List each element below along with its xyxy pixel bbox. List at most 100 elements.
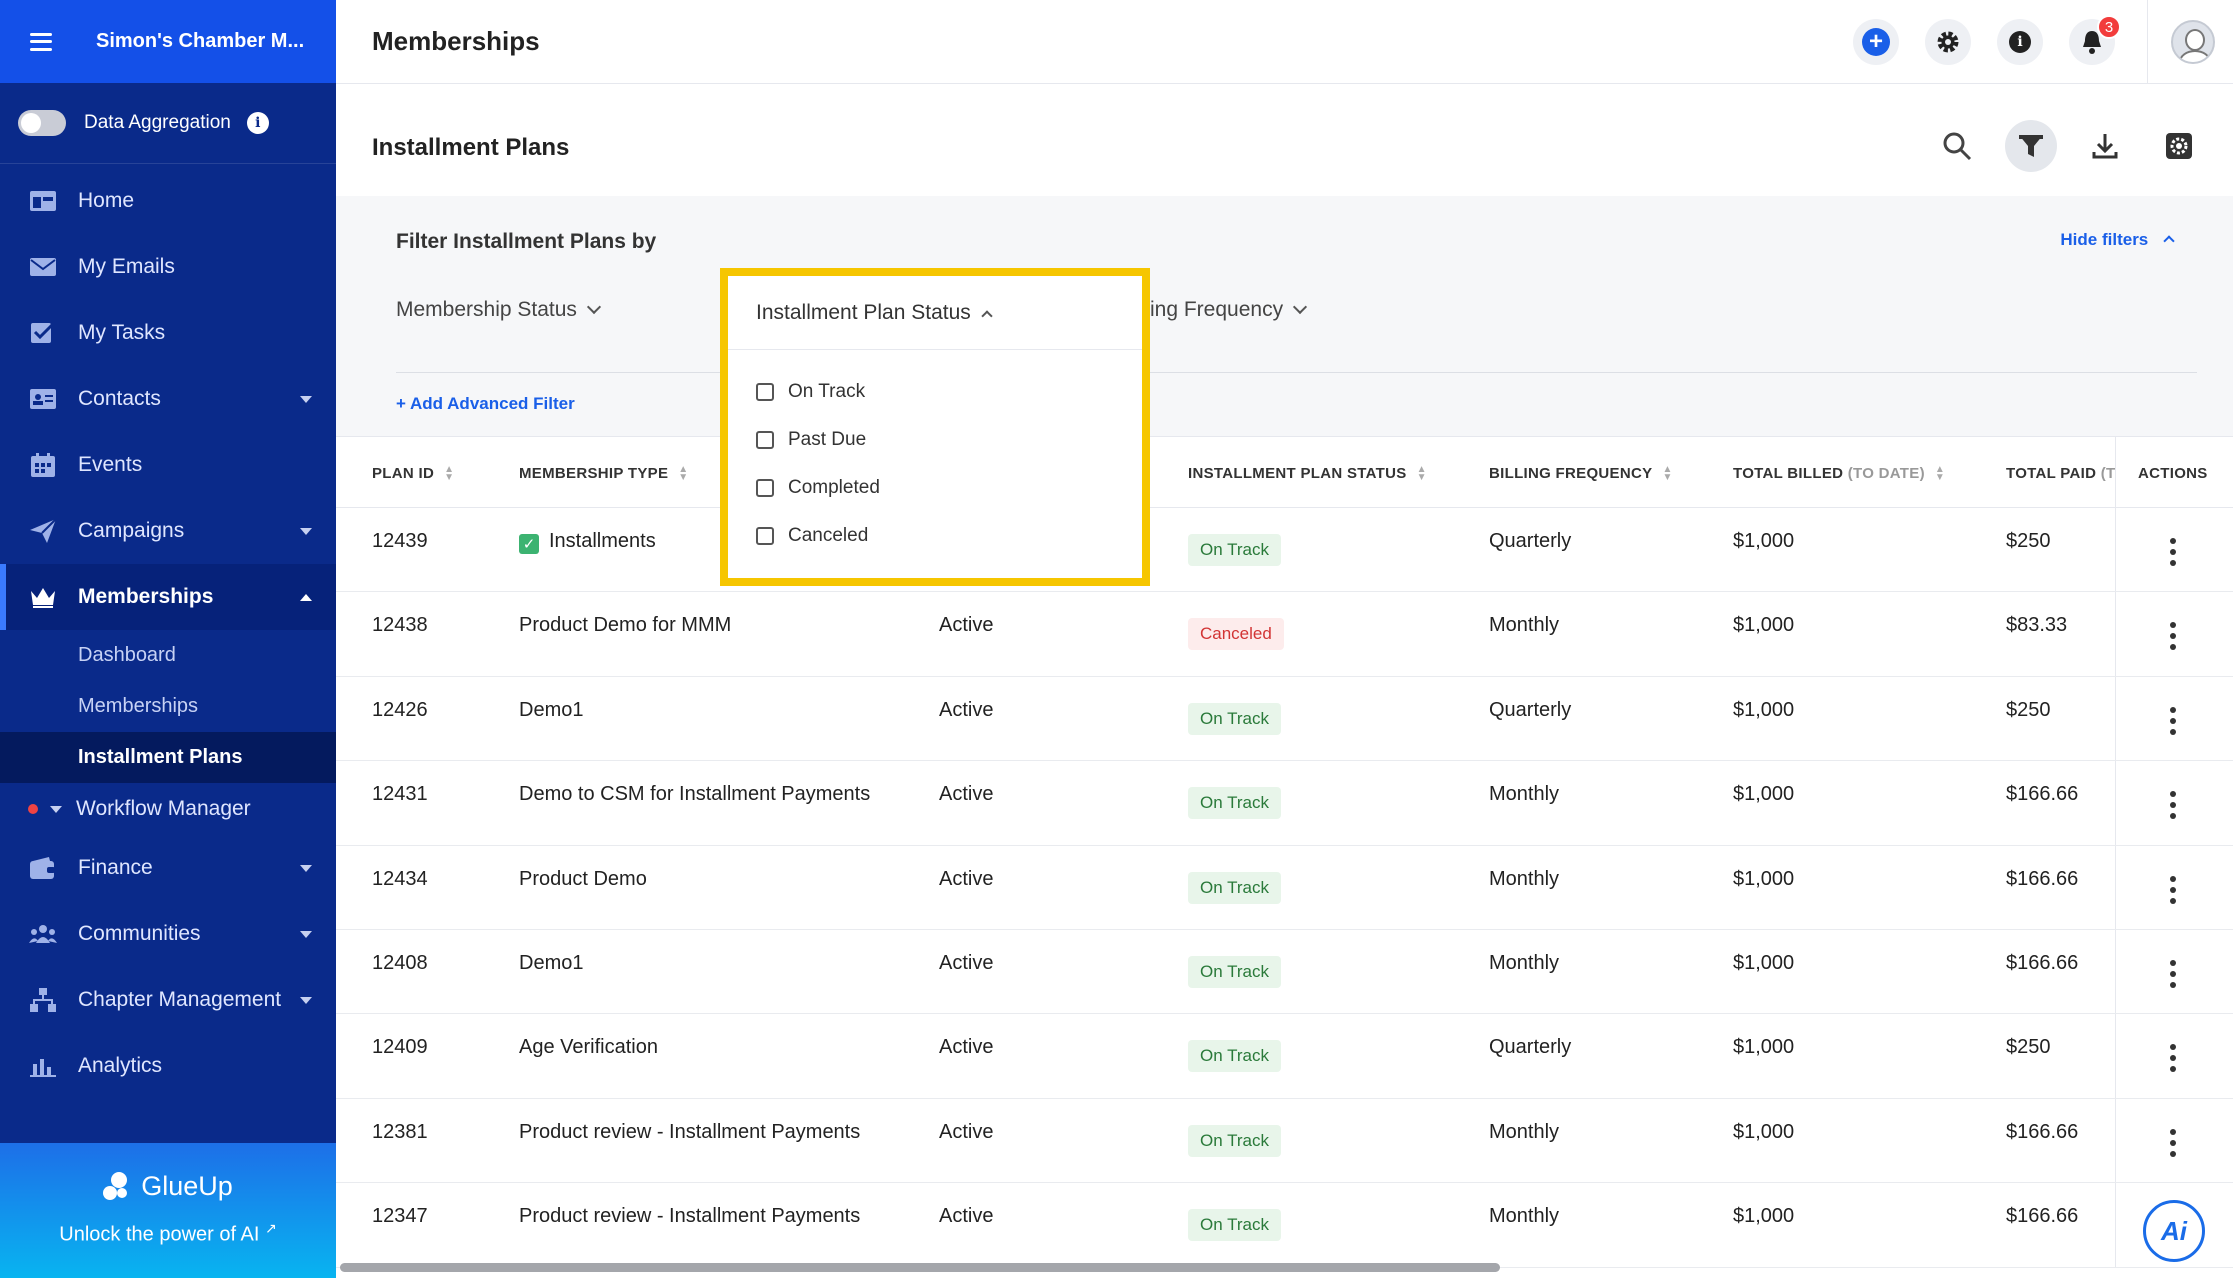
kebab-menu-icon[interactable]	[2170, 959, 2176, 988]
table-row[interactable]: 12408 Demo1 Active On Track Monthly $1,0…	[336, 929, 2233, 1015]
sidebar-subitem-dashboard[interactable]: Dashboard	[0, 630, 336, 681]
option-canceled[interactable]: Canceled	[728, 512, 1142, 560]
hide-filters-button[interactable]: Hide filters	[2060, 230, 2175, 250]
data-aggregation-label: Data Aggregation	[84, 112, 231, 133]
table-row[interactable]: 12439 ✓ Installments On Track Quarterly $…	[336, 508, 2233, 593]
info-icon[interactable]: i	[246, 112, 269, 134]
cell-total-billed: $1,000	[1733, 530, 1795, 552]
table-body: 12439 ✓ Installments On Track Quarterly $…	[336, 508, 2233, 1268]
table-row[interactable]: 12347 Product review - Installment Payme…	[336, 1183, 2233, 1268]
table-toolbar	[1909, 120, 2205, 172]
info-icon: i	[2009, 31, 2031, 53]
settings-button[interactable]	[1925, 19, 1971, 65]
cell-membership-type: Demo to CSM for Installment Payments	[519, 783, 871, 806]
sidebar-item-events[interactable]: Events	[0, 432, 336, 498]
sidebar-item-communities[interactable]: Communities	[0, 901, 336, 967]
kebab-menu-icon[interactable]	[2170, 1044, 2176, 1073]
cell-total-billed: $1,000	[1733, 614, 1795, 637]
chevron-down-icon	[300, 997, 312, 1004]
table-row[interactable]: 12381 Product review - Installment Payme…	[336, 1098, 2233, 1184]
option-completed[interactable]: Completed	[728, 464, 1142, 512]
sidebar-subitem-installment-plans[interactable]: Installment Plans	[0, 732, 336, 783]
unlock-ai-link[interactable]: Unlock the power of AI ↗	[0, 1220, 336, 1247]
filter-button[interactable]	[2005, 120, 2057, 172]
sidebar-item-analytics[interactable]: Analytics	[0, 1033, 336, 1099]
kebab-menu-icon[interactable]	[2170, 538, 2176, 566]
sidebar-item-label: Analytics	[78, 1054, 163, 1077]
notifications-button[interactable]: 3	[2069, 15, 2121, 65]
cell-plan-id: 12381	[372, 1120, 428, 1143]
download-button[interactable]	[2079, 120, 2131, 172]
gear-square-icon	[2166, 133, 2192, 159]
sidebar-item-contacts[interactable]: Contacts	[0, 366, 336, 432]
cell-membership-status: Active	[939, 783, 994, 806]
cell-total-billed: $1,000	[1733, 1120, 1795, 1143]
filter-billing-frequency[interactable]: ing Frequency	[1150, 298, 1308, 322]
table-row[interactable]: 12431 Demo to CSM for Installment Paymen…	[336, 761, 2233, 846]
sidebar-item-home[interactable]: Home	[0, 168, 336, 234]
column-header-plan-id[interactable]: PLAN ID ▲ ▼	[372, 464, 455, 484]
sort-icon: ▲ ▼	[444, 464, 455, 484]
filter-membership-status[interactable]: Membership Status	[396, 298, 601, 322]
sidebar-item-memberships[interactable]: Memberships	[0, 564, 336, 630]
sidebar-item-workflow-manager[interactable]: Workflow Manager	[0, 783, 336, 835]
cell-total-paid: $166.66	[2006, 951, 2079, 974]
table-settings-button[interactable]	[2153, 120, 2205, 172]
kebab-menu-icon[interactable]	[2170, 706, 2176, 735]
installment-plan-status-dropdown: Installment Plan Status On Track Past Du…	[720, 268, 1150, 586]
filter-heading: Filter Installment Plans by	[396, 230, 657, 253]
kebab-menu-icon[interactable]	[2170, 622, 2176, 651]
checkbox[interactable]	[756, 431, 774, 449]
row-actions	[2115, 929, 2233, 1014]
option-past-due[interactable]: Past Due	[728, 416, 1142, 464]
kebab-menu-icon[interactable]	[2170, 875, 2176, 904]
column-header-billing-frequency[interactable]: BILLING FREQUENCY ▲ ▼	[1489, 465, 1673, 483]
notification-dot	[28, 804, 38, 814]
checkbox[interactable]	[756, 527, 774, 545]
avatar[interactable]	[2171, 20, 2215, 64]
chevron-down-icon	[300, 396, 312, 403]
kebab-menu-icon[interactable]	[2170, 1128, 2176, 1157]
table-row[interactable]: 12426 Demo1 Active On Track Quarterly $1…	[336, 676, 2233, 762]
column-header-plan-status[interactable]: INSTALLMENT PLAN STATUS ▲ ▼	[1188, 465, 1427, 483]
filter-membership-status-label: Membership Status	[396, 298, 577, 321]
sidebar-item-my-emails[interactable]: My Emails	[0, 234, 336, 300]
add-advanced-filter-button[interactable]: + Add Advanced Filter	[396, 394, 575, 414]
option-on-track[interactable]: On Track	[728, 368, 1142, 416]
user-menu[interactable]	[2147, 0, 2233, 84]
sidebar-subitem-memberships[interactable]: Memberships	[0, 681, 336, 732]
table-row[interactable]: 12438 Product Demo for MMM Active Cancel…	[336, 592, 2233, 677]
menu-icon[interactable]	[30, 32, 52, 51]
cell-membership-type: ✓ Installments	[519, 530, 656, 554]
column-header-membership-type[interactable]: MEMBERSHIP TYPE ▲ ▼	[519, 465, 688, 483]
search-button[interactable]	[1931, 120, 1983, 172]
create-button[interactable]: +	[1853, 19, 1899, 65]
checkbox[interactable]	[756, 479, 774, 497]
sidebar-item-my-tasks[interactable]: My Tasks	[0, 300, 336, 366]
sidebar-item-finance[interactable]: Finance	[0, 835, 336, 901]
table-row[interactable]: 12409 Age Verification Active On Track Q…	[336, 1014, 2233, 1099]
glueup-logo: GlueUp	[0, 1171, 336, 1202]
top-header: Memberships + i 3	[336, 0, 2233, 84]
sidebar-item-chapter-management[interactable]: Chapter Management	[0, 967, 336, 1033]
ai-assistant-button[interactable]: Ai	[2143, 1200, 2205, 1262]
table-row[interactable]: 12434 Product Demo Active On Track Month…	[336, 845, 2233, 930]
cell-total-paid: $166.66	[2006, 1205, 2079, 1228]
data-aggregation-toggle[interactable]	[18, 110, 66, 136]
horizontal-scrollbar[interactable]	[340, 1263, 1500, 1272]
cell-plan-id: 12438	[372, 614, 428, 637]
column-header-total-billed[interactable]: TOTAL BILLED (TO DATE) ▲ ▼	[1733, 464, 1946, 484]
cell-billing-frequency: Quarterly	[1489, 698, 1572, 721]
kebab-menu-icon[interactable]	[2170, 791, 2176, 820]
checkbox[interactable]	[756, 383, 774, 401]
cell-total-paid: $166.66	[2006, 867, 2079, 890]
ai-promo-panel[interactable]: GlueUp Unlock the power of AI ↗	[0, 1143, 336, 1278]
installment-plan-status-filter[interactable]: Installment Plan Status	[728, 276, 1142, 350]
row-actions	[2115, 845, 2233, 929]
sidebar-item-campaigns[interactable]: Campaigns	[0, 498, 336, 564]
org-name[interactable]: Simon's Chamber M...	[96, 30, 326, 53]
sort-icon: ▲ ▼	[1934, 464, 1946, 484]
column-header-total-paid[interactable]: TOTAL PAID (T	[2006, 465, 2115, 482]
help-button[interactable]: i	[1997, 19, 2043, 65]
actions-column-header: ACTIONS	[2115, 437, 2233, 507]
